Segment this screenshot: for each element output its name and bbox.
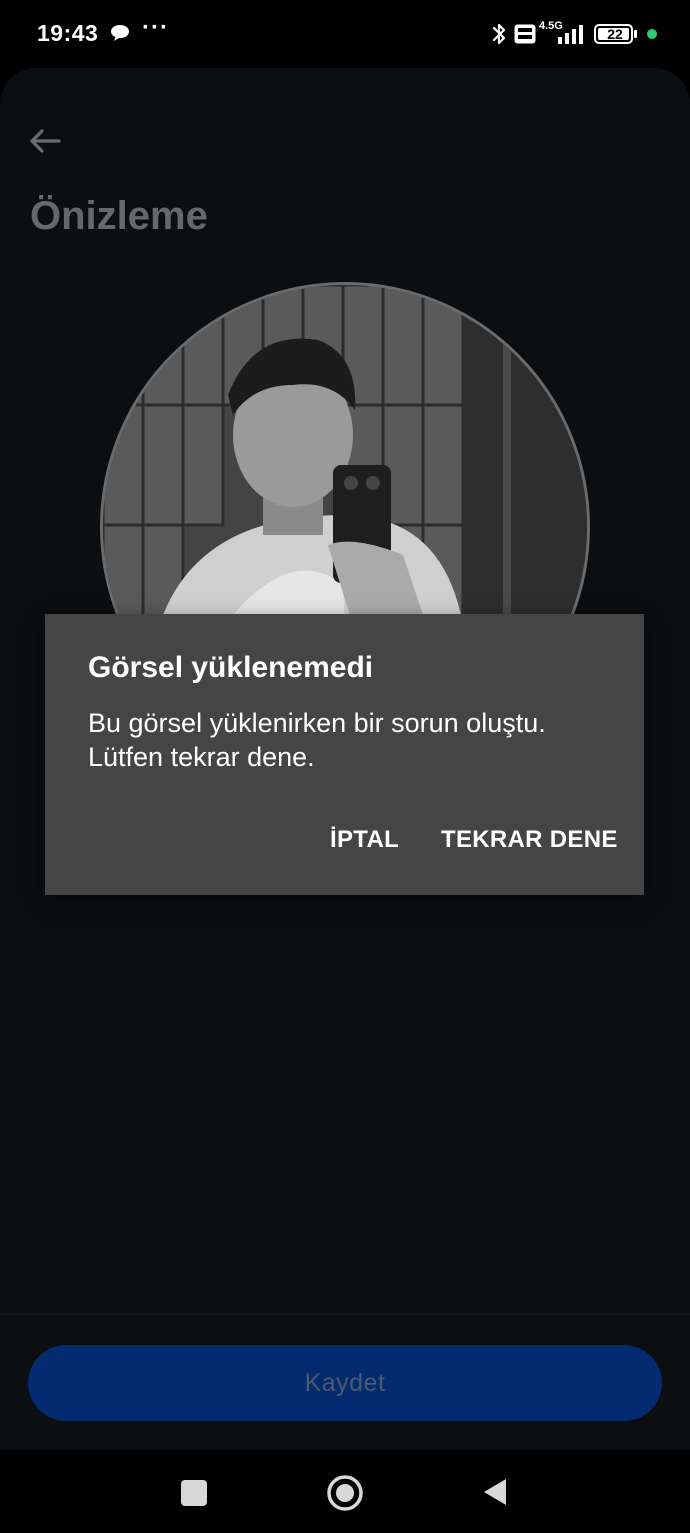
privacy-indicator-dot [647, 29, 657, 39]
retry-button[interactable]: TEKRAR DENE [441, 826, 618, 854]
back-triangle-icon[interactable] [482, 1477, 508, 1507]
navigation-bar [0, 1450, 690, 1533]
cancel-button[interactable]: İPTAL [330, 826, 399, 854]
chat-icon [111, 25, 129, 41]
recent-apps-icon[interactable] [181, 1480, 207, 1506]
dialog-message: Bu görsel yüklenirken bir sorun oluştu. … [88, 708, 546, 772]
bluetooth-icon [492, 23, 506, 45]
signal-icon [558, 25, 583, 44]
battery-level: 22 [607, 26, 623, 42]
status-bar: 19:43 ··· 4.5G 22 [0, 0, 690, 68]
volte-icon [514, 24, 536, 44]
arrow-left-icon[interactable] [28, 126, 62, 156]
clock: 19:43 [37, 20, 99, 46]
save-button[interactable]: Kaydet [28, 1345, 662, 1421]
footer-divider [0, 1314, 690, 1315]
home-icon[interactable] [326, 1474, 364, 1512]
page-title: Önizleme [30, 194, 208, 238]
error-dialog: Görsel yüklenemedi Bu görsel yüklenirken… [45, 614, 644, 895]
more-dots-icon: ··· [142, 14, 169, 41]
dialog-title: Görsel yüklenemedi [88, 651, 374, 684]
